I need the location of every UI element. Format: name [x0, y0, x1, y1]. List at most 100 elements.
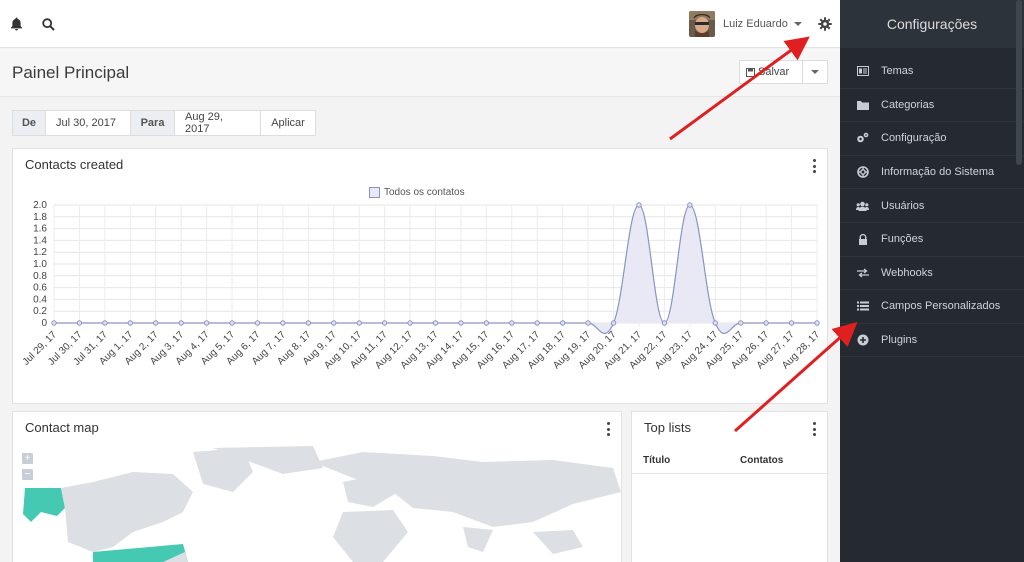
sidebar-item-categorias[interactable]: Categorias: [840, 89, 1024, 123]
contacts-chart: 00.20.40.60.81.01.21.41.61.82.0 Jul 29, …: [21, 200, 823, 371]
data-point[interactable]: [559, 320, 566, 326]
date-from-label: De: [12, 110, 46, 136]
save-options-dropdown[interactable]: [803, 60, 828, 84]
y-tick-label: 0.2: [33, 306, 47, 317]
contact-map-card: Contact map + −: [12, 411, 622, 562]
date-to-label: Para: [131, 110, 175, 136]
data-point[interactable]: [407, 320, 413, 326]
sidebar-item-label: Informação do Sistema: [881, 166, 995, 179]
sidebar-item-webhooks[interactable]: Webhooks: [840, 257, 1024, 291]
data-point[interactable]: [127, 320, 134, 326]
data-point[interactable]: [153, 320, 159, 326]
users-icon: [856, 199, 869, 212]
data-point[interactable]: [280, 320, 286, 326]
y-tick-label: 1.4: [33, 235, 47, 246]
y-tick-label: 0.4: [33, 294, 47, 305]
data-point[interactable]: [254, 320, 261, 326]
sidebar-item-label: Usuários: [881, 199, 925, 212]
y-tick-label: 0.8: [33, 271, 47, 282]
world-map[interactable]: [13, 412, 621, 562]
save-button-label: Salvar: [758, 66, 790, 78]
date-from-input[interactable]: Jul 30, 2017: [46, 110, 131, 136]
data-point[interactable]: [331, 320, 337, 326]
data-point[interactable]: [51, 320, 57, 326]
data-point[interactable]: [814, 320, 820, 326]
date-to-input[interactable]: Aug 29, 2017: [175, 110, 261, 136]
y-tick-label: 1.2: [33, 247, 47, 258]
data-point[interactable]: [585, 320, 591, 326]
card-title: Top lists: [644, 420, 691, 435]
sidebar-scrollbar[interactable]: [1016, 0, 1022, 165]
y-tick-label: 0.6: [33, 283, 47, 294]
chevron-down-icon: [811, 70, 819, 74]
y-tick-label: 1.0: [33, 259, 47, 270]
sidebar-title: Configurações: [840, 0, 1024, 48]
y-tick-label: 1.6: [33, 224, 47, 235]
y-tick-label: 2.0: [33, 200, 47, 211]
top-bar: Luiz Eduardo: [0, 0, 840, 48]
y-tick-label: 0: [41, 318, 47, 329]
save-button-group: Salvar: [739, 60, 828, 84]
sidebar-item-label: Plugins: [881, 334, 918, 347]
user-name: Luiz Eduardo: [723, 18, 788, 30]
avatar: [689, 11, 715, 37]
gear-icon[interactable]: [815, 14, 835, 34]
y-tick-label: 1.8: [33, 212, 47, 223]
data-point[interactable]: [687, 202, 693, 208]
data-point[interactable]: [534, 320, 540, 326]
search-icon[interactable]: [38, 14, 58, 34]
sidebar-item-usuarios[interactable]: Usuários: [840, 189, 1024, 223]
data-point[interactable]: [458, 320, 464, 326]
data-point[interactable]: [788, 320, 795, 326]
sidebar-item-funcoes[interactable]: Funções: [840, 223, 1024, 257]
sidebar-item-campos-personalizados[interactable]: Campos Personalizados: [840, 290, 1024, 324]
sidebar-item-label: Categorias: [881, 98, 935, 111]
gears-icon: [856, 132, 869, 145]
save-button[interactable]: Salvar: [739, 60, 803, 84]
data-point[interactable]: [661, 320, 668, 326]
data-point[interactable]: [712, 320, 718, 326]
sidebar-item-label: Temas: [881, 65, 914, 78]
user-menu[interactable]: Luiz Eduardo: [689, 11, 802, 37]
exchange-icon: [856, 266, 869, 279]
column-header-title[interactable]: Título: [643, 455, 670, 466]
data-point[interactable]: [509, 320, 515, 326]
sidebar-item-label: Webhooks: [881, 266, 933, 279]
contacts-created-card: Contacts created Todos os contatos 0 0.2 0…: [12, 148, 828, 404]
sidebar-item-configuracao[interactable]: Configuração: [840, 122, 1024, 156]
table-header: Título Contatos: [632, 448, 827, 474]
data-point[interactable]: [381, 320, 388, 326]
column-header-contacts[interactable]: Contatos: [740, 455, 783, 466]
date-range-filter: De Jul 30, 2017 Para Aug 29, 2017 Aplica…: [12, 110, 316, 136]
settings-sidebar: Configurações Temas Categorias Configura…: [840, 0, 1024, 562]
data-point[interactable]: [763, 320, 769, 326]
lock-icon: [856, 233, 869, 246]
bell-icon[interactable]: [6, 14, 26, 34]
data-point[interactable]: [636, 202, 642, 208]
data-point[interactable]: [76, 320, 83, 326]
list-icon: [856, 300, 869, 313]
sidebar-item-temas[interactable]: Temas: [840, 55, 1024, 89]
data-point[interactable]: [610, 320, 617, 326]
data-point[interactable]: [483, 320, 490, 326]
data-point[interactable]: [305, 320, 312, 326]
data-point[interactable]: [738, 320, 744, 326]
data-point[interactable]: [178, 320, 184, 326]
data-point[interactable]: [203, 320, 210, 326]
themes-icon: [856, 65, 869, 78]
folder-icon: [856, 98, 869, 111]
page-header: Painel Principal Salvar: [0, 49, 840, 97]
data-point[interactable]: [102, 320, 108, 326]
page-title: Painel Principal: [12, 63, 130, 82]
plus-circle-icon: [856, 334, 869, 347]
apply-button[interactable]: Aplicar: [261, 110, 316, 136]
sidebar-item-label: Funções: [881, 233, 924, 246]
lifebuoy-icon: [856, 166, 869, 179]
data-point[interactable]: [229, 320, 235, 326]
top-lists-card: Top lists Título Contatos: [631, 411, 828, 562]
data-point[interactable]: [356, 320, 362, 326]
sidebar-item-plugins[interactable]: Plugins: [840, 324, 1024, 358]
sidebar-item-informacao-do-sistema[interactable]: Informação do Sistema: [840, 156, 1024, 190]
data-point[interactable]: [432, 320, 439, 326]
card-menu-icon[interactable]: [811, 422, 817, 436]
